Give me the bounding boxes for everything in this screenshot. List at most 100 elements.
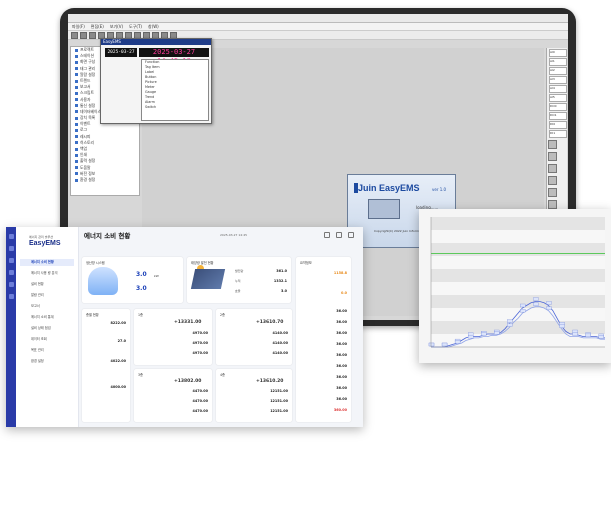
brand-subtitle: 에너지 관리 솔루션 — [29, 235, 53, 239]
heat-value-1: 3.0 — [136, 271, 147, 278]
menu-item[interactable]: 편집(E) — [91, 24, 104, 30]
folder-icon — [75, 98, 78, 102]
grid-band — [431, 295, 605, 308]
grid-band — [431, 217, 605, 230]
card-floor-3: 3층 +13802.00 4470.00 4470.00 4470.00 — [134, 369, 212, 422]
sidebar-item[interactable]: 설비 상태 점검 — [20, 325, 74, 332]
folder-icon — [75, 135, 78, 139]
grid-band — [431, 230, 605, 243]
close-icon[interactable] — [348, 232, 354, 238]
editor-window[interactable]: EasyEMS 2025-03-27 2025-03-27 14:45:18 F… — [100, 38, 212, 124]
object-list-item[interactable]: Switch — [142, 105, 208, 110]
menu-item[interactable]: 창(W) — [148, 24, 159, 30]
save-icon[interactable] — [89, 31, 96, 39]
menu-item[interactable]: 도구(T) — [129, 24, 142, 30]
dash-sidebar: 에너지 관리 솔루션 EasyEMS 에너지 소비 현황에너지 사용 량 분석설… — [16, 227, 79, 427]
property-cell[interactable]: AI5 — [549, 94, 567, 102]
tree-item[interactable]: 환경 설정 — [71, 177, 139, 183]
bell-icon[interactable] — [8, 270, 14, 275]
sidebar-item[interactable]: 알람 관리 — [20, 292, 74, 299]
tool-icon[interactable] — [548, 200, 557, 209]
sidebar-item[interactable]: 데이터 조회 — [20, 336, 74, 343]
brand-logo: EasyEMS — [29, 240, 61, 247]
sidebar-item[interactable]: 목표 관리 — [20, 347, 74, 354]
splash-version: ver 1.0 — [432, 187, 447, 192]
object-list[interactable]: Function Tag Item Label Button Picture Meter G… — [141, 59, 209, 121]
sidebar-item[interactable]: 환경 설정 — [20, 358, 74, 365]
block-d-row: 4470.00 — [192, 409, 208, 413]
summary-row: 36.00 — [336, 364, 347, 368]
property-cell[interactable]: AI2 — [549, 67, 567, 75]
folder-icon — [75, 110, 78, 114]
data-label-box — [441, 342, 448, 347]
sidebar-item[interactable]: 설비 현황 — [20, 281, 74, 288]
summary-row: 36.00 — [336, 342, 347, 346]
property-cell[interactable]: AI0 — [549, 49, 567, 57]
gear-icon[interactable] — [8, 294, 14, 299]
sidebar-item[interactable]: 에너지 사용 량 분석 — [20, 270, 74, 277]
menu-item[interactable]: 보기(V) — [110, 24, 123, 30]
tool-icon[interactable] — [548, 188, 557, 197]
property-cell[interactable]: DI1 — [549, 130, 567, 138]
grid-band — [431, 269, 605, 282]
trend-chart-panel — [419, 209, 611, 363]
data-label-box — [507, 319, 513, 323]
block-e-row: 12151.00 — [270, 389, 288, 393]
card-solar-title: 태양광 발전 현황 — [191, 261, 214, 265]
folder-icon — [75, 79, 78, 83]
open-icon[interactable] — [80, 31, 87, 39]
block-a-row: 8222.00 — [110, 321, 126, 325]
block-d-title: 3층 — [138, 373, 143, 377]
data-label-box — [428, 342, 435, 347]
sidebar-item[interactable]: 에너지 소비 현황 — [20, 259, 74, 266]
block-e-big: +13610.20 — [256, 379, 284, 384]
folder-icon — [75, 91, 78, 95]
date-label: 2025-03-27 — [105, 48, 137, 57]
refresh-icon[interactable] — [324, 232, 330, 238]
digital-clock: 2025-03-27 14:45:18 — [139, 48, 209, 65]
summary-row: 36.00 — [336, 309, 347, 313]
property-cell[interactable]: AI3 — [549, 76, 567, 84]
block-b-row: 4970.00 — [192, 341, 208, 345]
tool-icon[interactable] — [548, 152, 557, 161]
property-cell[interactable]: DO0 — [549, 103, 567, 111]
print-icon[interactable] — [336, 232, 342, 238]
data-label-box — [546, 301, 552, 305]
property-cell[interactable]: AI4 — [549, 85, 567, 93]
data-label-box — [585, 333, 591, 338]
new-icon[interactable] — [71, 31, 78, 39]
data-label-box — [598, 335, 604, 339]
folder-icon — [75, 73, 78, 77]
home-icon[interactable] — [8, 246, 14, 251]
folder-icon — [75, 104, 78, 108]
trend-chart — [428, 217, 605, 348]
folder-icon — [75, 116, 78, 120]
tool-icon[interactable] — [548, 140, 557, 149]
grid-band — [431, 321, 605, 334]
tool-icon[interactable] — [548, 176, 557, 185]
summary-row: 0.0 — [340, 291, 347, 295]
file-icon[interactable] — [8, 282, 14, 287]
chart-icon[interactable] — [8, 258, 14, 263]
app-titlebar — [68, 14, 568, 23]
menu-item[interactable]: 파일(F) — [72, 24, 85, 30]
grid-band — [431, 282, 605, 295]
tool-icon[interactable] — [548, 164, 557, 173]
grid-band — [431, 256, 605, 269]
sidebar-item[interactable]: 보고서 — [20, 303, 74, 310]
data-label-box — [559, 324, 565, 328]
folder-icon — [75, 172, 78, 176]
block-c-row: 4140.00 — [272, 331, 288, 335]
sidebar-item[interactable]: 에너지 소비 통계 — [20, 314, 74, 321]
block-c-big: +13610.70 — [256, 320, 284, 325]
block-e-row: 12151.00 — [270, 399, 288, 403]
property-cell[interactable]: DI0 — [549, 121, 567, 129]
solar-row: 누적 1332.1 — [235, 279, 287, 283]
property-cell[interactable]: AI1 — [549, 58, 567, 66]
block-c-title: 2층 — [220, 313, 225, 317]
block-d-big: +13802.00 — [174, 379, 202, 384]
property-cell[interactable]: DO1 — [549, 112, 567, 120]
laptop-icon — [368, 199, 400, 219]
card-floor-2: 2층 +13610.70 4140.00 4140.00 4140.00 — [216, 309, 292, 365]
menu-icon[interactable] — [8, 234, 14, 239]
